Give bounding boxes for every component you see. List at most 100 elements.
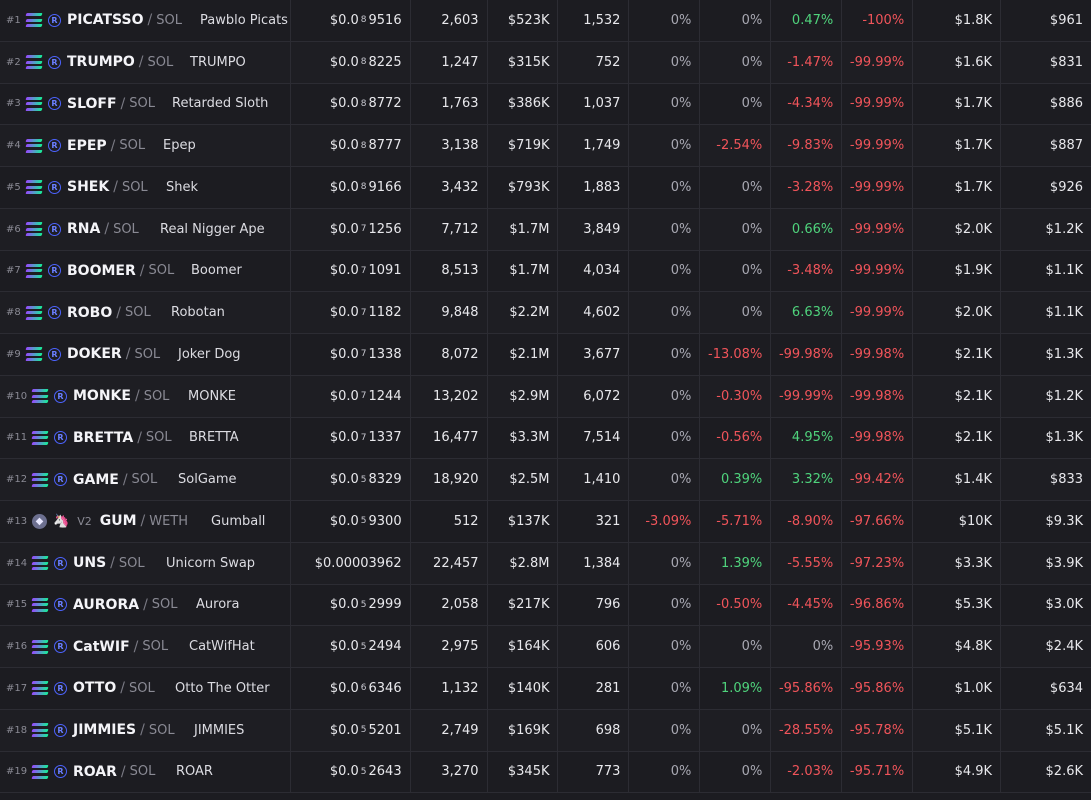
table-row[interactable]: #15 R AURORA / SOL Aurora $0.0 5 2999 2,058 $217K 7…: [0, 584, 1091, 627]
token-name: SolGame: [178, 472, 237, 488]
price-prefix: $0.0: [329, 12, 359, 28]
volume-cell: $2.9M: [488, 375, 559, 417]
table-row[interactable]: #9 R DOKER / SOL Joker Dog $0.0 7 1338 8,072 $2.1M…: [0, 334, 1091, 376]
raydium-icon: R: [48, 306, 61, 320]
volume-cell: $137K: [488, 501, 559, 542]
table-row[interactable]: #19 R ROAR / SOL ROAR $0.0 5 2643 3,270 $345K 773 0%…: [0, 751, 1091, 794]
table-row[interactable]: #7 R BOOMER / SOL Boomer $0.0 7 1091 8,513 $1.7M 4,…: [0, 250, 1091, 293]
price-zero-count: 5: [360, 516, 367, 527]
token-symbol: ROAR: [73, 763, 117, 780]
liquidity-cell: $1.8K: [913, 0, 1002, 41]
quote-symbol: SOL: [129, 96, 155, 112]
raydium-icon: R: [48, 139, 61, 153]
rank-label: #16: [6, 641, 28, 653]
change-p5m-cell: 0%: [629, 459, 701, 500]
change-p1h-cell: 1.39%: [700, 542, 772, 584]
token-cell: #6 R RNA / SOL Real Nigger Ape: [0, 208, 291, 250]
table-row[interactable]: #11 R BRETTA / SOL BRETTA $0.0 7 1337 16,477 $3.3M…: [0, 417, 1091, 460]
raydium-icon: R: [54, 723, 67, 737]
change-p5m-cell: 0%: [629, 125, 701, 166]
table-row[interactable]: #14 R UNS / SOL Unicorn Swap $0.00003962 22,457…: [0, 542, 1091, 585]
price-digits: 6346: [368, 680, 402, 696]
table-row[interactable]: #10 R MONKE / SOL MONKE $0.0 7 1244 13,202 $2.9M 6,…: [0, 375, 1091, 418]
change-p5m-cell: 0%: [629, 751, 701, 793]
solana-icon: [25, 13, 43, 28]
volume-cell: $2.1M: [488, 334, 559, 375]
makers-cell: 752: [558, 41, 630, 83]
pair-separator: /: [140, 513, 146, 530]
change-p5m-cell: 0%: [629, 626, 701, 667]
mcap-cell: $5.1K: [1045, 722, 1084, 738]
raydium-icon: R: [48, 222, 61, 236]
quote-symbol: SOL: [148, 263, 175, 279]
price-digits: 2999: [368, 597, 402, 613]
table-row[interactable]: #1 R PICATSSO / SOL Pawblo Picats $0.0 8 9516 2,6…: [0, 0, 1091, 42]
price-digits: 8225: [368, 54, 402, 70]
table-row[interactable]: #16 R CatWIF / SOL CatWifHat $0.0 5 2494 2,975 $16…: [0, 626, 1091, 668]
price-zero-count: 6: [360, 683, 367, 694]
table-row[interactable]: #17 R OTTO / SOL Otto The Otter $0.0 6 6346 1,132…: [0, 668, 1091, 710]
version-badge: V2: [77, 514, 92, 528]
pair-separator: /: [110, 137, 116, 154]
price-cell: $0.0 5 8329: [291, 459, 411, 500]
price-prefix: $0.0: [329, 388, 359, 404]
price-digits: 5201: [368, 722, 402, 738]
token-symbol: AURORA: [73, 596, 140, 613]
volume-cell: $164K: [488, 626, 559, 667]
pair-separator: /: [143, 596, 148, 613]
makers-cell: 3,677: [558, 334, 630, 375]
change-p1h-cell: -5.71%: [700, 501, 772, 542]
solana-icon: [31, 597, 49, 612]
table-row[interactable]: #4 R EPEP / SOL Epep $0.0 8 8777 3,138 $719K 1,749 0…: [0, 125, 1091, 167]
makers-cell: 1,749: [558, 125, 630, 166]
table-row[interactable]: #6 R RNA / SOL Real Nigger Ape $0.0 7 1256 7,712 $…: [0, 208, 1091, 251]
table-row[interactable]: #18 R JIMMIES / SOL JIMMIES $0.0 5 5201 2,749 $169…: [0, 709, 1091, 752]
price-cell: $0.0 8 8772: [291, 83, 411, 125]
table-row[interactable]: #8 R ROBO / SOL Robotan $0.0 7 1182 9,848 $2.2M 4,6…: [0, 292, 1091, 334]
solana-icon: [25, 305, 43, 320]
liquidity-cell: $1.6K: [913, 41, 1002, 83]
makers-cell: 1,883: [558, 167, 630, 208]
txns-cell: 2,603: [411, 0, 488, 41]
change-p6h-cell: -95.86%: [771, 668, 843, 709]
price-cell: $0.0 6 6346: [291, 668, 411, 709]
quote-symbol: SOL: [131, 472, 158, 488]
pair-separator: /: [120, 95, 126, 112]
txns-cell: 2,749: [411, 709, 488, 751]
makers-cell: 4,034: [558, 250, 630, 292]
change-p1h-cell: 0%: [700, 250, 772, 292]
quote-symbol: SOL: [151, 597, 178, 613]
table-row[interactable]: #5 R SHEK / SOL Shek $0.0 8 9166 3,432 $793K 1,883 0…: [0, 167, 1091, 209]
price-digits: 8777: [368, 138, 402, 154]
table-row[interactable]: #13 ◆ 🦄 V2 GUM / WETH Gumball $0.0 5 9300 512 $137K 3…: [0, 501, 1091, 543]
change-p24h-cell: -99.99%: [842, 167, 914, 208]
token-name: MONKE: [188, 388, 236, 404]
token-symbol: PICATSSO: [67, 12, 144, 29]
token-name: Otto The Otter: [175, 680, 270, 696]
table-row[interactable]: #12 R GAME / SOL SolGame $0.0 5 8329 18,920 $2.5M 1…: [0, 459, 1091, 501]
solana-icon: [31, 389, 49, 404]
change-p24h-cell: -95.78%: [842, 709, 914, 751]
token-name: Boomer: [191, 263, 242, 279]
token-name: Aurora: [196, 597, 240, 613]
token-cell: #11 R BRETTA / SOL BRETTA: [0, 417, 291, 459]
txns-cell: 3,432: [411, 167, 488, 208]
ethereum-icon: ◆: [32, 513, 47, 529]
table-row[interactable]: #2 R TRUMPO / SOL TRUMPO $0.0 8 8225 1,247 $315K 75…: [0, 41, 1091, 84]
quote-symbol: SOL: [124, 305, 151, 321]
raydium-icon: R: [48, 55, 61, 69]
makers-cell: 606: [558, 626, 630, 667]
solana-icon: [31, 764, 49, 779]
price-prefix: $0.0: [329, 221, 359, 237]
raydium-icon: R: [48, 264, 61, 278]
liquidity-cell: $4.8K: [913, 626, 1002, 667]
table-row[interactable]: #3 R SLOFF / SOL Retarded Sloth $0.0 8 8772 1,763…: [0, 83, 1091, 126]
price-digits: 1182: [368, 305, 402, 321]
token-name: Robotan: [171, 305, 225, 321]
rank-label: #8: [6, 307, 21, 319]
price-digits: 1244: [368, 388, 402, 404]
token-name: BRETTA: [189, 430, 239, 446]
change-p1h-cell: 0%: [700, 83, 772, 125]
makers-cell: 7,514: [558, 417, 630, 459]
rank-label: #3: [6, 98, 21, 110]
